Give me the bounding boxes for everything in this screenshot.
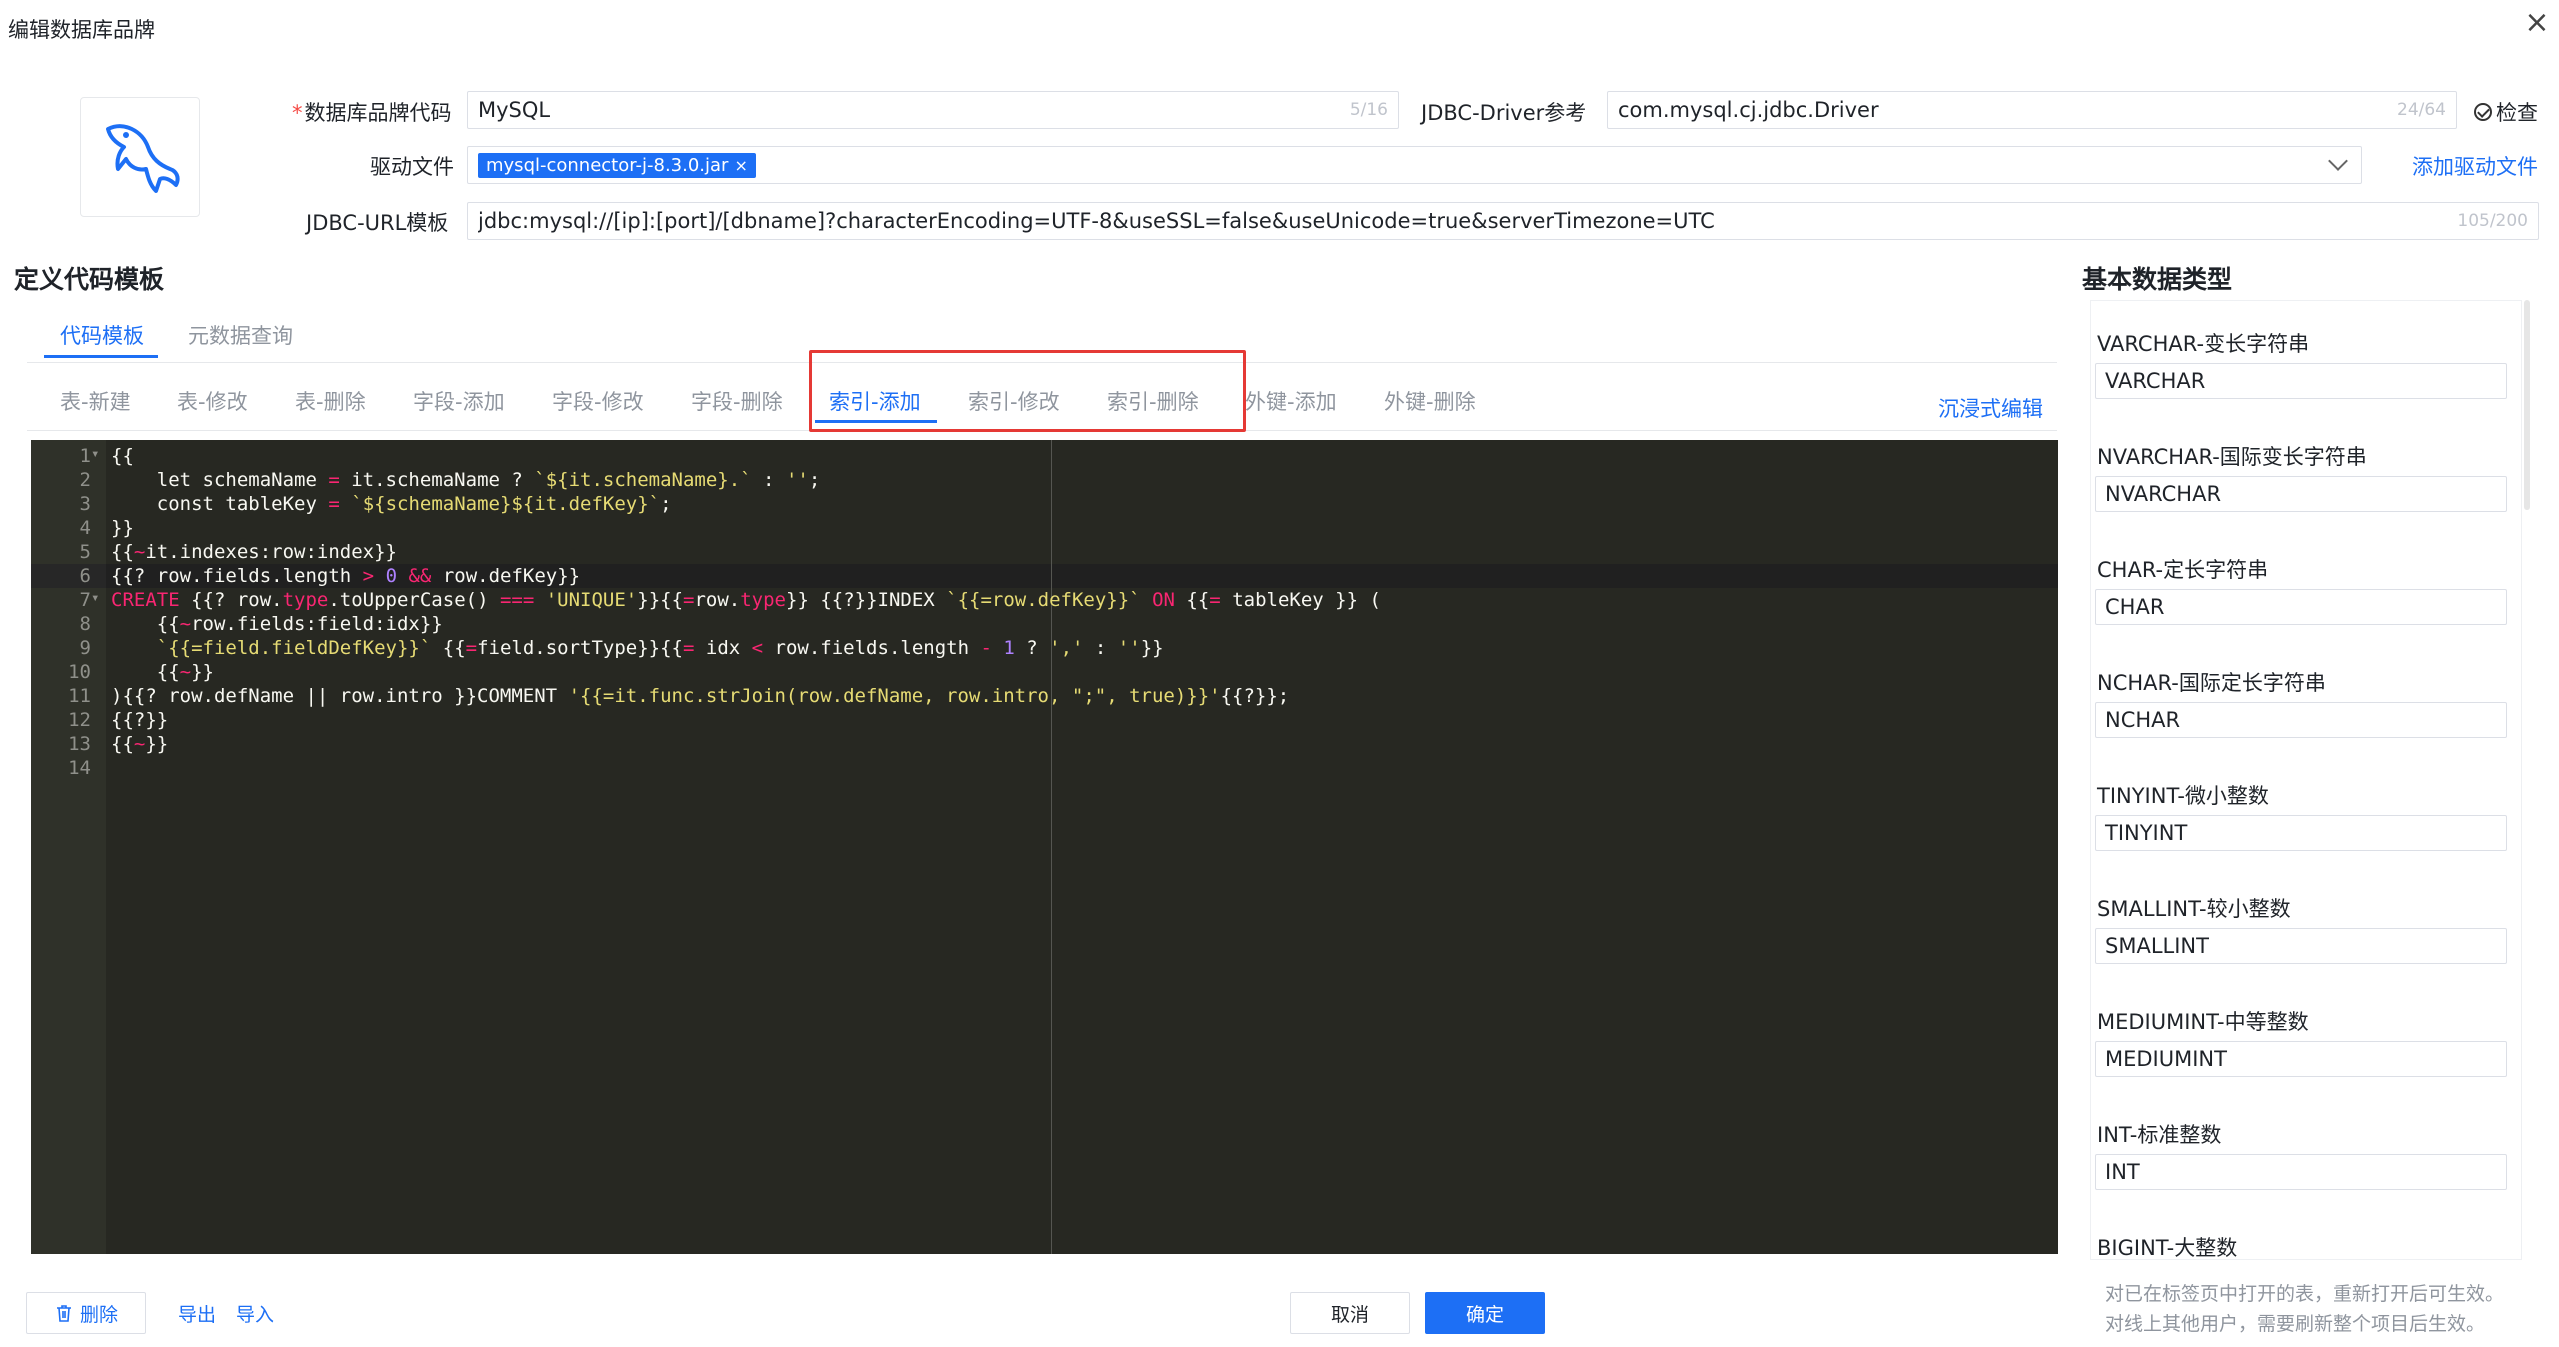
export-button[interactable]: 导出 [172,1292,222,1334]
type-label: VARCHAR-变长字符串 [2097,332,2310,356]
check-circle-icon [2474,103,2492,121]
type-input[interactable]: VARCHAR [2095,363,2507,399]
subtab-fk-add[interactable]: 外键-添加 [1245,386,1337,416]
cancel-button[interactable]: 取消 [1290,1292,1410,1334]
fold-arrow-icon[interactable]: ▾ [91,446,99,462]
delete-button[interactable]: 删除 [26,1292,146,1334]
driver-file-select[interactable]: mysql-connector-j-8.3.0.jar × [467,146,2362,184]
trash-icon [56,1305,71,1322]
jdbc-url-input[interactable]: jdbc:mysql://[ip]:[port]/[dbname]?charac… [467,202,2539,240]
main-tab-indicator [44,355,158,358]
immersive-edit-link[interactable]: 沉浸式编辑 [1938,393,2043,423]
type-input[interactable]: SMALLINT [2095,928,2507,964]
dialog-title: 编辑数据库品牌 [8,18,155,42]
subtab-field-alter[interactable]: 字段-修改 [552,386,644,416]
type-input[interactable]: TINYINT [2095,815,2507,851]
confirm-button[interactable]: 确定 [1425,1292,1545,1334]
type-label: BIGINT-大整数 [2097,1236,2238,1260]
brand-code-input[interactable]: MySQL 5/16 [467,91,1399,129]
jdbc-driver-counter: 24/64 [2397,100,2446,120]
delete-label: 删除 [79,1303,118,1326]
close-icon[interactable]: × [2520,6,2554,40]
jdbc-url-label: JDBC-URL模板 [306,211,449,235]
type-label: NCHAR-国际定长字符串 [2097,671,2326,695]
chevron-down-icon[interactable] [2328,151,2348,171]
brand-code-counter: 5/16 [1349,100,1388,120]
type-label: CHAR-定长字符串 [2097,558,2269,582]
jdbc-driver-input[interactable]: com.mysql.cj.jdbc.Driver 24/64 [1607,91,2457,129]
type-input[interactable]: MEDIUMINT [2095,1041,2507,1077]
subtab-field-drop[interactable]: 字段-删除 [691,386,783,416]
type-input[interactable]: INT [2095,1154,2507,1190]
check-button[interactable]: 检查 [2474,97,2538,127]
template-section-title: 定义代码模板 [14,265,165,294]
type-input[interactable]: CHAR [2095,589,2507,625]
brand-logo[interactable] [80,97,200,217]
subtab-table-create[interactable]: 表-新建 [60,386,131,416]
chip-close-icon[interactable]: × [734,156,747,175]
type-label: SMALLINT-较小整数 [2097,897,2291,921]
driver-file-label: 驱动文件 [370,155,454,179]
types-scrollbar[interactable] [2524,300,2530,510]
brand-code-value: MySQL [478,98,551,122]
check-label: 检查 [2496,101,2538,125]
brand-code-label: *数据库品牌代码 [292,101,452,125]
code-content[interactable]: {{ let schemaName = it.schemaName ? `${i… [111,444,1381,756]
add-driver-link[interactable]: 添加驱动文件 [2412,151,2538,181]
highlight-box [809,350,1246,432]
type-input[interactable]: NVARCHAR [2095,476,2507,512]
import-button[interactable]: 导入 [230,1292,280,1334]
driver-file-chip-label: mysql-connector-j-8.3.0.jar [486,154,729,176]
type-label: TINYINT-微小整数 [2097,784,2269,808]
subtab-fk-drop[interactable]: 外键-删除 [1384,386,1476,416]
jdbc-driver-label: JDBC-Driver参考 [1421,101,1587,125]
subtab-field-add[interactable]: 字段-添加 [413,386,505,416]
fold-arrow-icon[interactable]: ▾ [91,590,99,606]
subtab-table-alter[interactable]: 表-修改 [177,386,248,416]
jdbc-driver-value: com.mysql.cj.jdbc.Driver [1618,98,1879,122]
types-section-title: 基本数据类型 [2082,265,2233,294]
footer-note-2: 对线上其他用户，需要刷新整个项目后生效。 [2105,1313,2486,1335]
driver-file-chip[interactable]: mysql-connector-j-8.3.0.jar × [478,152,756,178]
type-label: NVARCHAR-国际变长字符串 [2097,445,2367,469]
code-editor[interactable]: 1 2 3 4 5 6 7 8 9 10 11 12 13 14 ▾ ▾ {{ … [31,440,2058,1254]
line-numbers: 1 2 3 4 5 6 7 8 9 10 11 12 13 14 [68,445,91,779]
tab-metadata-query[interactable]: 元数据查询 [188,320,293,350]
type-input[interactable]: NCHAR [2095,702,2507,738]
type-label: INT-标准整数 [2097,1123,2222,1147]
subtab-table-drop[interactable]: 表-删除 [295,386,366,416]
mysql-dolphin-icon [106,124,180,193]
type-label: MEDIUMINT-中等整数 [2097,1010,2309,1034]
jdbc-url-value: jdbc:mysql://[ip]:[port]/[dbname]?charac… [478,209,1715,233]
tab-code-template[interactable]: 代码模板 [60,320,144,350]
jdbc-url-counter: 105/200 [2457,211,2528,231]
footer-note-1: 对已在标签页中打开的表，重新打开后可生效。 [2105,1283,2505,1305]
